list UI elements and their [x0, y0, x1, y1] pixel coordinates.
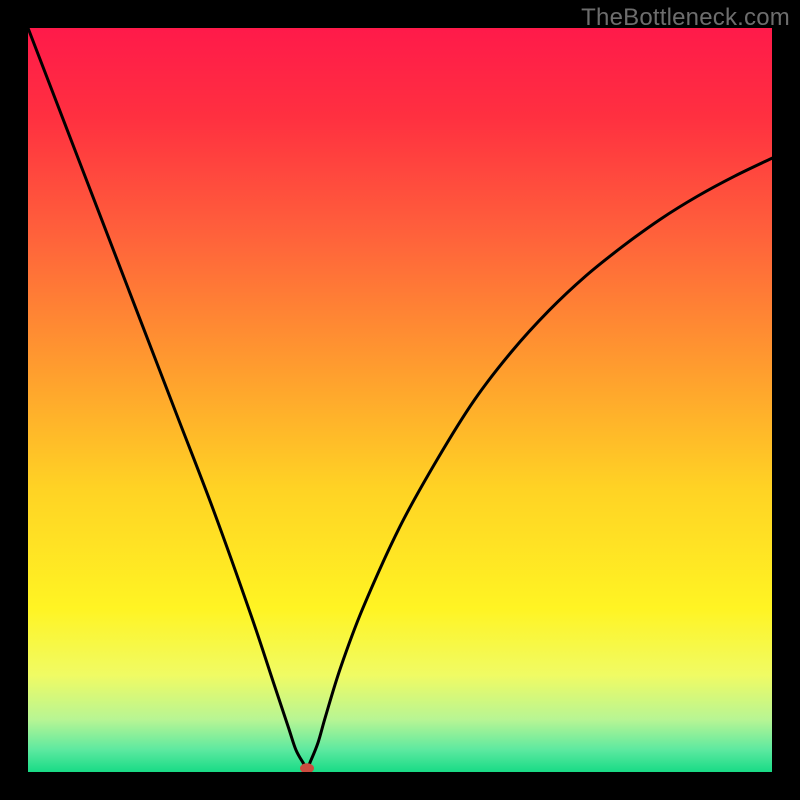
plot-area	[28, 28, 772, 772]
chart-frame: TheBottleneck.com	[0, 0, 800, 800]
gradient-background	[28, 28, 772, 772]
attribution-label: TheBottleneck.com	[581, 4, 790, 32]
bottleneck-chart	[28, 28, 772, 772]
